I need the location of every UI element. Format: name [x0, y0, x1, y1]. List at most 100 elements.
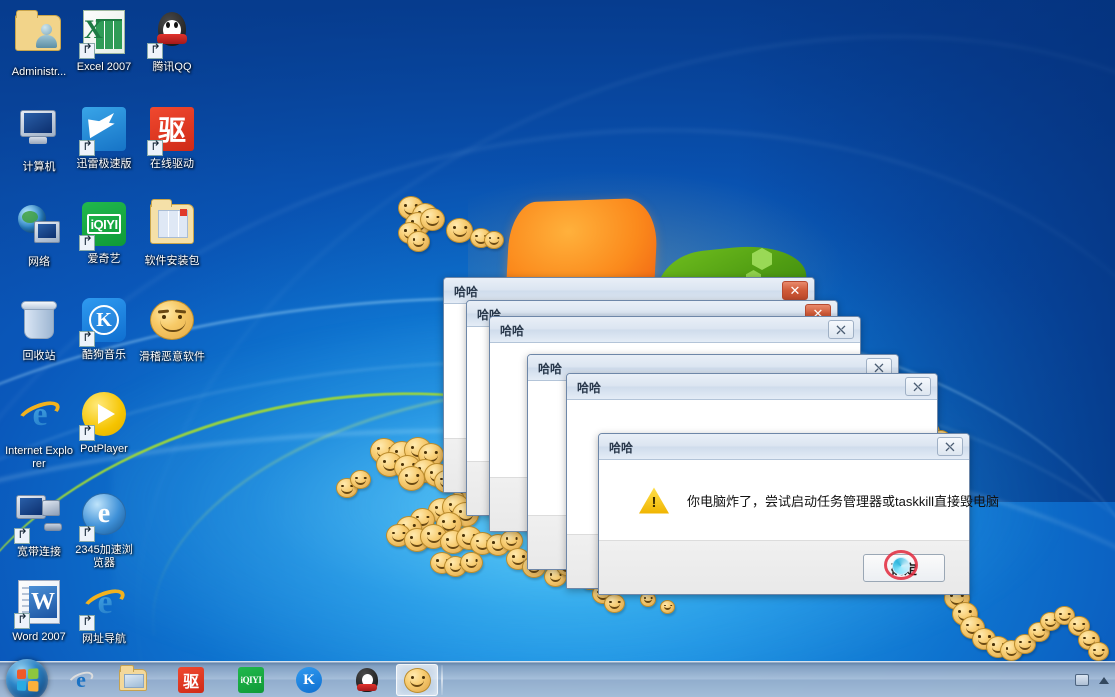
taskbar-qq[interactable] [346, 664, 388, 696]
desktop-icon-computer[interactable]: 计算机 [5, 105, 73, 174]
desktop-icon-excel[interactable]: X Excel 2007 [70, 8, 138, 74]
shortcut-overlay-icon [79, 425, 95, 441]
close-icon[interactable]: ✕ [782, 281, 808, 300]
desktop-icon-word[interactable]: W Word 2007 [5, 578, 73, 644]
dialog-message-row: ! 你电脑炸了，尝试启动任务管理器或taskkill直接毁电脑 [599, 461, 999, 540]
qq-penguin-icon [147, 10, 196, 59]
desktop-icon-label: 爱奇艺 [87, 253, 121, 265]
desktop-icon-label: 网络 [28, 256, 50, 268]
desktop-icon-potplayer[interactable]: PotPlayer [70, 390, 138, 456]
driver-icon: 驱 [178, 667, 204, 693]
windows-flag-icon [16, 668, 39, 692]
desktop-icon-thunder-bird[interactable]: 迅雷极速版 [70, 105, 138, 171]
desktop-icon-label: 软件安装包 [144, 255, 200, 267]
shortcut-overlay-icon [79, 235, 95, 251]
dialog-titlebar[interactable]: 哈哈 ⛌ [490, 317, 860, 343]
user-folder-icon [15, 10, 63, 63]
shortcut-overlay-icon [147, 43, 163, 59]
start-button[interactable] [6, 659, 48, 697]
dialog-title: 哈哈 [454, 285, 479, 299]
desktop-icon-internet-explorer[interactable]: e Internet Explorer [5, 390, 73, 471]
broadband-connection-icon [14, 495, 63, 544]
funny-malware-icon [148, 300, 196, 348]
desktop-icon-web-navigation[interactable]: e 网址导航 [70, 578, 138, 646]
desktop-icon-qq-penguin[interactable]: 腾讯QQ [138, 8, 206, 74]
desktop-icon-label: 在线驱动 [150, 158, 194, 170]
desktop-icon-label: 回收站 [22, 350, 56, 362]
shortcut-overlay-icon [147, 140, 163, 156]
desktop-icon-driver[interactable]: 驱在线驱动 [138, 105, 206, 171]
taskbar-internet-explorer[interactable]: e [60, 664, 102, 696]
close-icon[interactable]: ⛌ [937, 437, 963, 456]
system-tray[interactable] [1075, 662, 1109, 697]
close-icon[interactable]: ⛌ [828, 320, 854, 339]
desktop-screen: Administr...XExcel 2007腾讯QQ计算机迅雷极速版驱在线驱动… [0, 0, 1115, 697]
browser-2345-icon: e [79, 493, 128, 542]
folder-icon [119, 665, 147, 691]
desktop-icon-broadband-connection[interactable]: 宽带连接 [5, 490, 73, 559]
taskbar-file-explorer[interactable] [112, 664, 154, 696]
desktop-icon-label: 2345加速浏览器 [75, 544, 133, 569]
dialog-title: 哈哈 [538, 362, 563, 376]
desktop-icon-label: 酷狗音乐 [82, 349, 126, 361]
potplayer-icon [79, 392, 128, 441]
warning-exclamation: ! [651, 494, 657, 512]
desktop-icon-label: Administr... [11, 66, 67, 78]
qq-penguin-icon [356, 667, 378, 694]
desktop-icon-label: 腾讯QQ [152, 61, 192, 73]
desktop-icon-iqiyi[interactable]: iQIYI 爱奇艺 [70, 200, 138, 266]
funny-malware-icon [403, 667, 431, 693]
desktop-icon-software-package[interactable]: 软件安装包 [138, 199, 206, 268]
warning-triangle-icon: ! [639, 487, 669, 514]
recycle-bin-icon [15, 299, 63, 347]
desktop-icon-browser-2345[interactable]: e2345加速浏览器 [70, 490, 138, 570]
web-navigation-icon: e [79, 582, 128, 631]
shortcut-overlay-icon [14, 613, 30, 629]
taskbar-funny-malware[interactable] [396, 664, 438, 696]
show-hidden-icons-icon[interactable] [1099, 676, 1109, 684]
dialog-title: 哈哈 [500, 324, 525, 338]
thunder-bird-icon [79, 107, 128, 156]
internet-explorer-icon: e [15, 394, 63, 442]
desktop-icon-funny-malware[interactable]: 滑稽恶意软件 [138, 296, 206, 364]
dialog-message-text: 你电脑炸了，尝试启动任务管理器或taskkill直接毁电脑 [687, 494, 1000, 509]
desktop-icon-user-folder[interactable]: Administr... [5, 8, 73, 79]
dialog-titlebar[interactable]: 哈哈 ⛌ [599, 434, 969, 460]
network-tray-icon[interactable] [1075, 674, 1089, 686]
desktop-icon-label: Word 2007 [12, 631, 66, 643]
dialog-title: 哈哈 [609, 441, 634, 455]
iqiyi-icon: iQIYI [79, 202, 128, 251]
taskbar[interactable]: e 驱 iQIYI K [0, 659, 1115, 697]
desktop-icon-kugou-music[interactable]: K 酷狗音乐 [70, 296, 138, 362]
internet-explorer-icon: e [66, 667, 96, 693]
desktop-icon-label: 计算机 [22, 161, 56, 173]
taskbar-online-driver[interactable]: 驱 [170, 664, 212, 696]
dialog-title: 哈哈 [577, 381, 602, 395]
desktop-icon-label: 网址导航 [82, 633, 126, 645]
desktop-icon-label: PotPlayer [80, 443, 128, 455]
driver-icon: 驱 [147, 107, 196, 156]
excel-icon: X [79, 10, 128, 59]
network-globe-icon [15, 205, 63, 253]
close-icon[interactable]: ⛌ [905, 377, 931, 396]
kugou-music-icon: K [79, 298, 128, 347]
computer-icon [15, 110, 63, 158]
taskbar-iqiyi[interactable]: iQIYI [230, 664, 272, 696]
shortcut-overlay-icon [14, 528, 30, 544]
software-package-icon [148, 199, 196, 252]
busy-spinner-icon [892, 557, 910, 575]
desktop-icon-label: 滑稽恶意软件 [139, 351, 205, 363]
shortcut-overlay-icon [79, 526, 95, 542]
desktop-icon-recycle-bin[interactable]: 回收站 [5, 296, 73, 363]
iqiyi-icon: iQIYI [238, 667, 264, 693]
desktop-icon-label: Excel 2007 [76, 61, 132, 73]
desktop-icon-network-globe[interactable]: 网络 [5, 200, 73, 269]
taskbar-kugou[interactable]: K [288, 664, 330, 696]
desktop-icon-label: 宽带连接 [17, 546, 61, 558]
desktop-icon-label: 迅雷极速版 [76, 158, 132, 170]
shortcut-overlay-icon [79, 331, 95, 347]
desktop-icon-label: Internet Explorer [5, 445, 73, 470]
kugou-music-icon: K [296, 667, 322, 693]
dialog-titlebar[interactable]: 哈哈 ⛌ [567, 374, 937, 400]
word-icon: W [14, 580, 63, 629]
